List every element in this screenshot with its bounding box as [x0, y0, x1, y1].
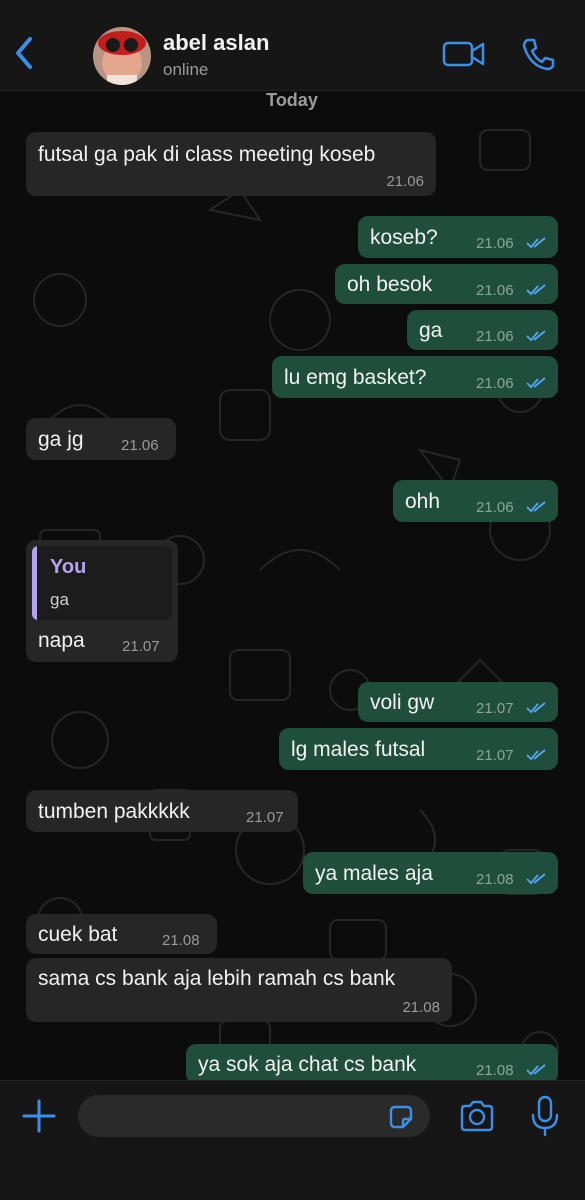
message-text: tumben pakkkkk [38, 800, 190, 823]
video-camera-icon[interactable] [442, 38, 486, 70]
read-ticks-icon [526, 749, 546, 761]
message-text: futsal ga pak di class meeting koseb [38, 143, 376, 166]
message-time: 21.07 [476, 747, 514, 764]
message-text: ga [419, 319, 443, 342]
message-time: 21.06 [121, 437, 159, 454]
read-ticks-icon [526, 284, 546, 296]
message-time: 21.08 [476, 871, 514, 888]
message-incoming[interactable]: futsal ga pak di class meeting koseb 21.… [26, 132, 436, 196]
camera-icon[interactable] [458, 1099, 496, 1133]
message-time: 21.08 [162, 932, 200, 949]
message-time: 21.07 [476, 700, 514, 717]
message-text: napa [38, 629, 85, 652]
phone-icon[interactable] [520, 36, 556, 72]
read-ticks-icon [526, 501, 546, 513]
message-time: 21.06 [476, 375, 514, 392]
message-text: lu emg basket? [284, 366, 427, 389]
message-text: ohh [405, 490, 441, 513]
avatar[interactable] [93, 27, 151, 85]
read-ticks-icon [526, 702, 546, 714]
message-input[interactable] [78, 1095, 430, 1137]
quote-bar [32, 546, 37, 620]
message-text: ga jg [38, 428, 84, 451]
message-outgoing[interactable]: lu emg basket? 21.06 [272, 356, 558, 398]
message-outgoing[interactable]: ya males aja 21.08 [303, 852, 558, 894]
plus-icon[interactable] [20, 1097, 58, 1135]
read-ticks-icon [526, 873, 546, 885]
message-composer [0, 1080, 585, 1200]
quoted-message[interactable]: You ga [32, 546, 172, 620]
message-outgoing[interactable]: oh besok 21.06 [335, 264, 558, 304]
message-outgoing[interactable]: voli gw 21.07 [358, 682, 558, 722]
contact-name[interactable]: abel aslan [163, 30, 269, 56]
back-icon[interactable] [8, 33, 42, 73]
message-outgoing[interactable]: lg males futsal 21.07 [279, 728, 558, 770]
message-text: koseb? [370, 226, 438, 249]
chat-screen: abel aslan online Today futsal ga pak di… [0, 0, 585, 1200]
message-incoming[interactable]: tumben pakkkkk 21.07 [26, 790, 298, 832]
chat-header: abel aslan online [0, 0, 585, 91]
message-outgoing[interactable]: ga 21.06 [407, 310, 558, 350]
message-text: ya males aja [315, 862, 433, 885]
message-incoming[interactable]: cuek bat 21.08 [26, 914, 217, 954]
message-time: 21.06 [476, 235, 514, 252]
message-time: 21.07 [246, 809, 284, 826]
message-text: lg males futsal [291, 738, 426, 761]
quote-text: ga [50, 590, 69, 609]
message-time: 21.08 [402, 999, 440, 1016]
message-text: voli gw [370, 691, 435, 714]
sticker-icon[interactable] [387, 1103, 415, 1131]
microphone-icon[interactable] [530, 1095, 560, 1137]
message-time: 21.06 [476, 282, 514, 299]
message-outgoing[interactable]: koseb? 21.06 [358, 216, 558, 258]
message-text: sama cs bank aja lebih ramah cs bank [38, 967, 396, 990]
read-ticks-icon [526, 330, 546, 342]
message-outgoing[interactable]: ya sok aja chat cs bank 21.08 [186, 1044, 558, 1084]
message-time: 21.06 [476, 328, 514, 345]
quote-author: You [50, 556, 87, 578]
message-text: oh besok [347, 273, 433, 296]
message-time: 21.08 [476, 1062, 514, 1079]
message-text: cuek bat [38, 923, 118, 946]
read-ticks-icon [526, 237, 546, 249]
message-time: 21.06 [476, 499, 514, 516]
message-outgoing[interactable]: ohh 21.06 [393, 480, 558, 522]
contact-status: online [163, 60, 209, 79]
message-text: ya sok aja chat cs bank [198, 1053, 417, 1076]
read-ticks-icon [526, 1064, 546, 1076]
message-time: 21.06 [386, 173, 424, 190]
message-time: 21.07 [122, 638, 160, 655]
read-ticks-icon [526, 377, 546, 389]
message-incoming[interactable]: sama cs bank aja lebih ramah cs bank 21.… [26, 958, 452, 1022]
message-incoming[interactable]: ga jg 21.06 [26, 418, 176, 460]
date-chip: Today [266, 90, 318, 110]
